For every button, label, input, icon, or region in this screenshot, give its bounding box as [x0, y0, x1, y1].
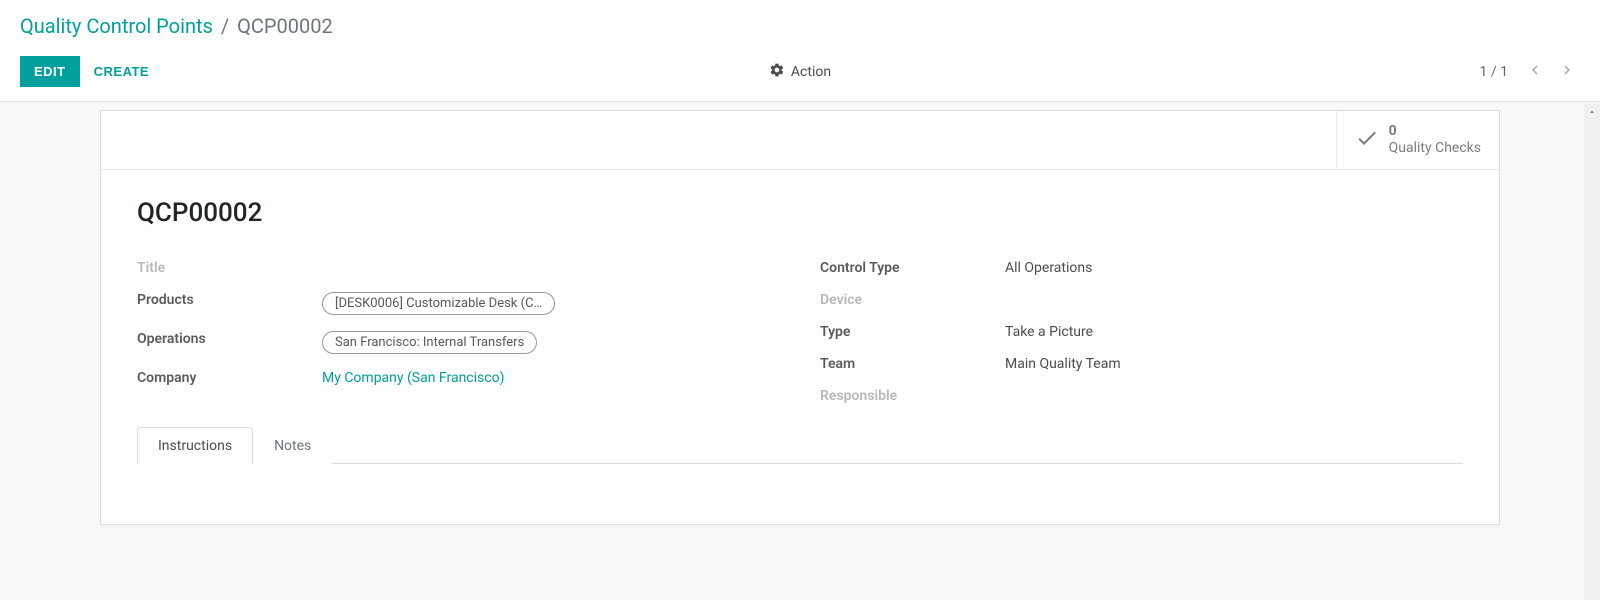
- form-sheet: 0 Quality Checks QCP00002 Title Products…: [100, 110, 1500, 525]
- stat-count: 0: [1389, 123, 1481, 140]
- title-value: [322, 256, 780, 260]
- gear-icon: [769, 62, 785, 82]
- field-columns: Title Products [DESK0006] Customizable D…: [137, 256, 1463, 416]
- company-label: Company: [137, 366, 322, 386]
- field-title: Title: [137, 256, 780, 276]
- pager-next-button[interactable]: [1554, 57, 1580, 86]
- control-type-label: Control Type: [820, 256, 1005, 276]
- breadcrumb-root-link[interactable]: Quality Control Points: [20, 14, 213, 38]
- chevron-left-icon: [1526, 67, 1544, 82]
- content-area: 0 Quality Checks QCP00002 Title Products…: [0, 102, 1600, 598]
- device-label: Device: [820, 288, 1005, 308]
- tabs: Instructions Notes: [137, 426, 1463, 464]
- field-device: Device: [820, 288, 1463, 308]
- product-tag[interactable]: [DESK0006] Customizable Desk (C…: [322, 292, 555, 315]
- chevron-right-icon: [1558, 67, 1576, 82]
- field-control-type: Control Type All Operations: [820, 256, 1463, 276]
- create-button[interactable]: Create: [80, 56, 163, 87]
- action-dropdown[interactable]: Action: [769, 62, 831, 82]
- title-label: Title: [137, 256, 322, 276]
- breadcrumb-current: QCP00002: [237, 14, 333, 38]
- pager-prev-button[interactable]: [1522, 57, 1548, 86]
- field-products: Products [DESK0006] Customizable Desk (C…: [137, 288, 780, 315]
- tab-pane-instructions: [101, 464, 1499, 524]
- field-operations: Operations San Francisco: Internal Trans…: [137, 327, 780, 354]
- products-label: Products: [137, 288, 322, 308]
- type-value: Take a Picture: [1005, 320, 1463, 340]
- company-value: My Company (San Francisco): [322, 366, 780, 386]
- quality-checks-stat-button[interactable]: 0 Quality Checks: [1336, 111, 1499, 169]
- right-column: Control Type All Operations Device Type …: [820, 256, 1463, 416]
- operations-label: Operations: [137, 327, 322, 347]
- pager-arrows: [1522, 57, 1580, 86]
- stat-label: Quality Checks: [1389, 140, 1481, 157]
- action-label: Action: [791, 64, 831, 80]
- control-type-value: All Operations: [1005, 256, 1463, 276]
- pager: 1 / 1: [1480, 57, 1580, 86]
- responsible-label: Responsible: [820, 384, 1005, 404]
- products-value: [DESK0006] Customizable Desk (C…: [322, 288, 780, 315]
- operation-tag[interactable]: San Francisco: Internal Transfers: [322, 331, 537, 354]
- responsible-value: [1005, 384, 1463, 388]
- field-type: Type Take a Picture: [820, 320, 1463, 340]
- record-title: QCP00002: [137, 198, 1463, 228]
- sheet-body: QCP00002 Title Products [DESK0006] Custo…: [101, 170, 1499, 426]
- field-company: Company My Company (San Francisco): [137, 366, 780, 386]
- left-column: Title Products [DESK0006] Customizable D…: [137, 256, 780, 416]
- breadcrumb-separator: /: [221, 14, 229, 38]
- operations-value: San Francisco: Internal Transfers: [322, 327, 780, 354]
- stat-text: 0 Quality Checks: [1389, 123, 1481, 157]
- field-responsible: Responsible: [820, 384, 1463, 404]
- team-label: Team: [820, 352, 1005, 372]
- check-icon: [1355, 126, 1379, 154]
- stat-bar: 0 Quality Checks: [101, 111, 1499, 170]
- tab-notes[interactable]: Notes: [253, 427, 332, 464]
- team-value: Main Quality Team: [1005, 352, 1463, 372]
- tab-instructions[interactable]: Instructions: [137, 427, 253, 464]
- type-label: Type: [820, 320, 1005, 340]
- page-scrollbar[interactable]: [1584, 104, 1600, 600]
- field-team: Team Main Quality Team: [820, 352, 1463, 372]
- edit-button[interactable]: Edit: [20, 56, 80, 87]
- pager-text: 1 / 1: [1480, 64, 1508, 80]
- scroll-up-icon: [1584, 104, 1600, 120]
- device-value: [1005, 288, 1463, 292]
- company-link[interactable]: My Company (San Francisco): [322, 370, 504, 386]
- tabs-row: Instructions Notes: [101, 426, 1499, 464]
- breadcrumb-row: Quality Control Points / QCP00002: [0, 0, 1600, 46]
- breadcrumb: Quality Control Points / QCP00002: [20, 14, 1580, 38]
- control-row: Edit Create Action 1 / 1: [0, 46, 1600, 102]
